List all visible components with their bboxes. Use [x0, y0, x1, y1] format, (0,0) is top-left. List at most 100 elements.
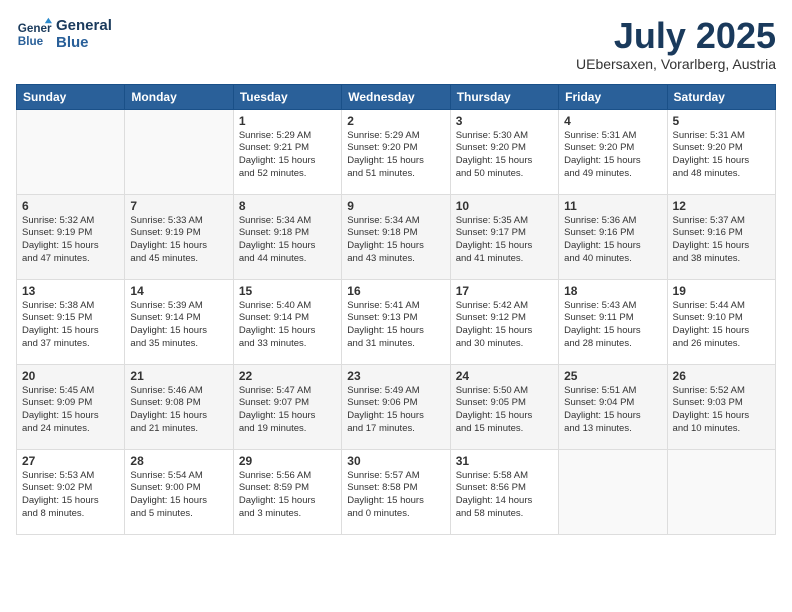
calendar-cell: 25 Sunrise: 5:51 AM Sunset: 9:04 PM Dayli…	[559, 364, 667, 449]
day-info: Sunrise: 5:29 AM Sunset: 9:21 PM Dayligh…	[239, 130, 336, 181]
calendar-cell: 1 Sunrise: 5:29 AM Sunset: 9:21 PM Daylig…	[233, 109, 341, 194]
calendar-cell: 23 Sunrise: 5:49 AM Sunset: 9:06 PM Dayli…	[342, 364, 450, 449]
calendar-cell: 3 Sunrise: 5:30 AM Sunset: 9:20 PM Daylig…	[450, 109, 558, 194]
calendar-cell: 13Sunrise: 5:38 AM Sunset: 9:15 PM Dayli…	[17, 279, 125, 364]
calendar-cell: 26Sunrise: 5:52 AM Sunset: 9:03 PM Dayli…	[667, 364, 775, 449]
day-number: 1	[239, 114, 336, 128]
day-info: Sunrise: 5:34 AM Sunset: 9:18 PM Dayligh…	[347, 215, 444, 266]
month-title: July 2025	[576, 16, 776, 56]
calendar-week-row: 1 Sunrise: 5:29 AM Sunset: 9:21 PM Daylig…	[17, 109, 776, 194]
calendar-cell	[17, 109, 125, 194]
day-number: 20	[22, 369, 119, 383]
weekday-header-saturday: Saturday	[667, 84, 775, 109]
day-info: Sunrise: 5:31 AM Sunset: 9:20 PM Dayligh…	[564, 130, 661, 181]
day-info: Sunrise: 5:46 AM Sunset: 9:08 PM Dayligh…	[130, 385, 227, 436]
day-number: 3	[456, 114, 553, 128]
day-number: 23	[347, 369, 444, 383]
day-number: 22	[239, 369, 336, 383]
calendar-cell: 2Sunrise: 5:29 AM Sunset: 9:20 PM Daylig…	[342, 109, 450, 194]
day-info: Sunrise: 5:45 AM Sunset: 9:09 PM Dayligh…	[22, 385, 119, 436]
calendar-cell	[559, 449, 667, 534]
calendar-cell: 12Sunrise: 5:37 AM Sunset: 9:16 PM Dayli…	[667, 194, 775, 279]
calendar-cell: 29Sunrise: 5:56 AM Sunset: 8:59 PM Dayli…	[233, 449, 341, 534]
calendar-cell: 18 Sunrise: 5:43 AM Sunset: 9:11 PM Dayli…	[559, 279, 667, 364]
calendar-header-row: SundayMondayTuesdayWednesdayThursdayFrid…	[17, 84, 776, 109]
svg-text:Blue: Blue	[18, 35, 44, 48]
calendar-cell: 6 Sunrise: 5:32 AM Sunset: 9:19 PM Daylig…	[17, 194, 125, 279]
calendar-cell: 30Sunrise: 5:57 AM Sunset: 8:58 PM Dayli…	[342, 449, 450, 534]
day-number: 17	[456, 284, 553, 298]
day-info: Sunrise: 5:50 AM Sunset: 9:05 PM Dayligh…	[456, 385, 553, 436]
day-info: Sunrise: 5:32 AM Sunset: 9:19 PM Dayligh…	[22, 215, 119, 266]
day-info: Sunrise: 5:39 AM Sunset: 9:14 PM Dayligh…	[130, 300, 227, 351]
day-info: Sunrise: 5:44 AM Sunset: 9:10 PM Dayligh…	[673, 300, 770, 351]
calendar-cell: 11 Sunrise: 5:36 AM Sunset: 9:16 PM Dayli…	[559, 194, 667, 279]
day-number: 2	[347, 114, 444, 128]
day-info: Sunrise: 5:43 AM Sunset: 9:11 PM Dayligh…	[564, 300, 661, 351]
calendar-cell: 15Sunrise: 5:40 AM Sunset: 9:14 PM Dayli…	[233, 279, 341, 364]
weekday-header-sunday: Sunday	[17, 84, 125, 109]
svg-text:General: General	[18, 22, 52, 35]
day-info: Sunrise: 5:30 AM Sunset: 9:20 PM Dayligh…	[456, 130, 553, 181]
day-number: 5	[673, 114, 770, 128]
calendar-cell: 22 Sunrise: 5:47 AM Sunset: 9:07 PM Dayli…	[233, 364, 341, 449]
calendar-cell: 4 Sunrise: 5:31 AM Sunset: 9:20 PM Daylig…	[559, 109, 667, 194]
calendar-cell: 5Sunrise: 5:31 AM Sunset: 9:20 PM Daylig…	[667, 109, 775, 194]
weekday-header-thursday: Thursday	[450, 84, 558, 109]
calendar-cell: 19Sunrise: 5:44 AM Sunset: 9:10 PM Dayli…	[667, 279, 775, 364]
day-info: Sunrise: 5:35 AM Sunset: 9:17 PM Dayligh…	[456, 215, 553, 266]
day-number: 14	[130, 284, 227, 298]
calendar-week-row: 20 Sunrise: 5:45 AM Sunset: 9:09 PM Dayli…	[17, 364, 776, 449]
day-number: 24	[456, 369, 553, 383]
page-header: General Blue General Blue July 2025 UEbe…	[16, 16, 776, 72]
day-number: 31	[456, 454, 553, 468]
day-info: Sunrise: 5:40 AM Sunset: 9:14 PM Dayligh…	[239, 300, 336, 351]
logo-icon: General Blue	[16, 16, 52, 52]
day-number: 12	[673, 199, 770, 213]
day-number: 6	[22, 199, 119, 213]
day-info: Sunrise: 5:47 AM Sunset: 9:07 PM Dayligh…	[239, 385, 336, 436]
calendar-week-row: 6 Sunrise: 5:32 AM Sunset: 9:19 PM Daylig…	[17, 194, 776, 279]
weekday-header-wednesday: Wednesday	[342, 84, 450, 109]
weekday-header-monday: Monday	[125, 84, 233, 109]
day-number: 21	[130, 369, 227, 383]
logo-text-general: General	[56, 17, 112, 34]
day-info: Sunrise: 5:51 AM Sunset: 9:04 PM Dayligh…	[564, 385, 661, 436]
location-subtitle: UEbersaxen, Vorarlberg, Austria	[576, 56, 776, 72]
logo: General Blue General Blue	[16, 16, 112, 52]
calendar-table: SundayMondayTuesdayWednesdayThursdayFrid…	[16, 84, 776, 535]
day-number: 11	[564, 199, 661, 213]
day-number: 8	[239, 199, 336, 213]
day-info: Sunrise: 5:33 AM Sunset: 9:19 PM Dayligh…	[130, 215, 227, 266]
day-number: 27	[22, 454, 119, 468]
day-info: Sunrise: 5:36 AM Sunset: 9:16 PM Dayligh…	[564, 215, 661, 266]
day-number: 25	[564, 369, 661, 383]
title-area: July 2025 UEbersaxen, Vorarlberg, Austri…	[576, 16, 776, 72]
weekday-header-tuesday: Tuesday	[233, 84, 341, 109]
day-number: 9	[347, 199, 444, 213]
day-info: Sunrise: 5:41 AM Sunset: 9:13 PM Dayligh…	[347, 300, 444, 351]
calendar-week-row: 27 Sunrise: 5:53 AM Sunset: 9:02 PM Dayli…	[17, 449, 776, 534]
calendar-cell: 17Sunrise: 5:42 AM Sunset: 9:12 PM Dayli…	[450, 279, 558, 364]
day-number: 4	[564, 114, 661, 128]
calendar-cell: 20 Sunrise: 5:45 AM Sunset: 9:09 PM Dayli…	[17, 364, 125, 449]
day-info: Sunrise: 5:54 AM Sunset: 9:00 PM Dayligh…	[130, 470, 227, 521]
calendar-cell: 10 Sunrise: 5:35 AM Sunset: 9:17 PM Dayli…	[450, 194, 558, 279]
weekday-header-friday: Friday	[559, 84, 667, 109]
calendar-cell: 14 Sunrise: 5:39 AM Sunset: 9:14 PM Dayli…	[125, 279, 233, 364]
day-number: 13	[22, 284, 119, 298]
day-info: Sunrise: 5:53 AM Sunset: 9:02 PM Dayligh…	[22, 470, 119, 521]
calendar-cell: 16Sunrise: 5:41 AM Sunset: 9:13 PM Dayli…	[342, 279, 450, 364]
day-info: Sunrise: 5:34 AM Sunset: 9:18 PM Dayligh…	[239, 215, 336, 266]
day-info: Sunrise: 5:52 AM Sunset: 9:03 PM Dayligh…	[673, 385, 770, 436]
day-number: 10	[456, 199, 553, 213]
calendar-cell: 27 Sunrise: 5:53 AM Sunset: 9:02 PM Dayli…	[17, 449, 125, 534]
day-number: 18	[564, 284, 661, 298]
calendar-cell: 28 Sunrise: 5:54 AM Sunset: 9:00 PM Dayli…	[125, 449, 233, 534]
calendar-cell: 21 Sunrise: 5:46 AM Sunset: 9:08 PM Dayli…	[125, 364, 233, 449]
day-number: 28	[130, 454, 227, 468]
day-info: Sunrise: 5:49 AM Sunset: 9:06 PM Dayligh…	[347, 385, 444, 436]
calendar-cell: 31 Sunrise: 5:58 AM Sunset: 8:56 PM Dayli…	[450, 449, 558, 534]
calendar-cell	[125, 109, 233, 194]
day-info: Sunrise: 5:58 AM Sunset: 8:56 PM Dayligh…	[456, 470, 553, 521]
